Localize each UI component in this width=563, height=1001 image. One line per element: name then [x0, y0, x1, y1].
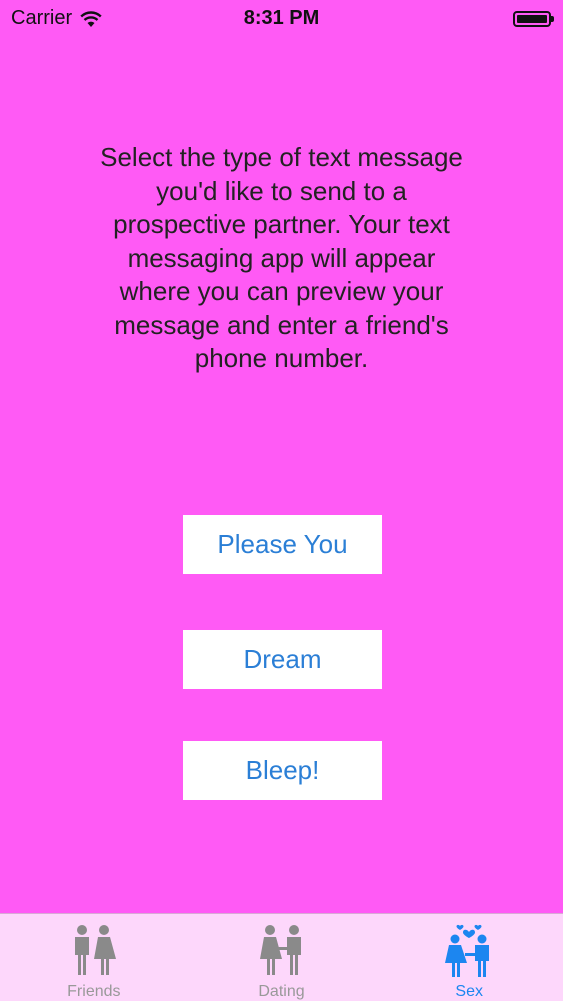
please-you-button[interactable]: Please You — [183, 515, 382, 574]
couple-hearts-icon — [445, 924, 490, 977]
battery-icon — [513, 11, 554, 27]
tab-sex[interactable]: Sex — [375, 914, 563, 1001]
tab-friends-label: Friends — [67, 983, 121, 1000]
tab-dating[interactable]: Dating — [188, 914, 376, 1001]
friends-icon — [74, 925, 116, 975]
tab-sex-label: Sex — [455, 983, 483, 1000]
status-time: 8:31 PM — [243, 7, 320, 29]
dating-icon — [259, 925, 301, 975]
bleep-button[interactable]: Bleep! — [183, 741, 382, 800]
tab-friends[interactable]: Friends — [0, 914, 188, 1001]
tab-bar: Friends Dating Sex — [0, 913, 563, 1001]
status-bar: Carrier 8:31 PM — [0, 0, 563, 40]
tab-dating-label: Dating — [258, 983, 305, 1000]
dream-button[interactable]: Dream — [183, 630, 382, 689]
instructions-text: Select the type of text message you'd li… — [100, 142, 463, 373]
